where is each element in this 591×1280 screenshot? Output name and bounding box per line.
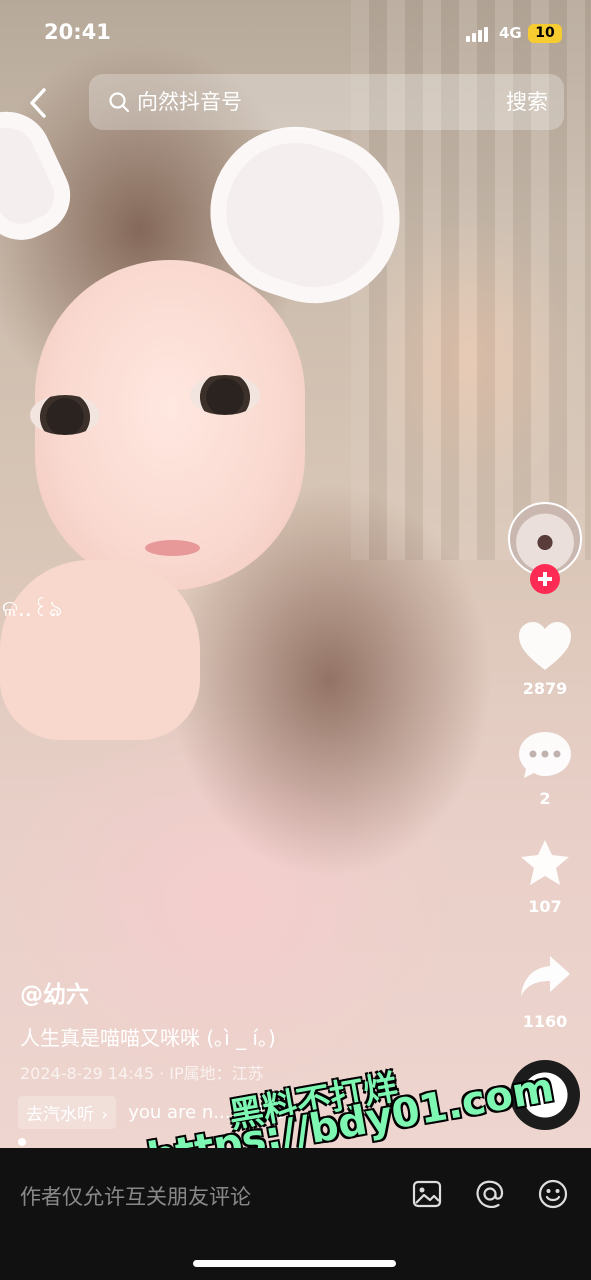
follow-button[interactable] — [530, 564, 560, 594]
hand — [0, 560, 200, 740]
eye-left — [30, 395, 100, 435]
comment-button[interactable] — [515, 730, 575, 784]
image-icon[interactable] — [411, 1178, 443, 1210]
status-bar: 20:41 4G 10 — [0, 0, 591, 70]
like-count: 2879 — [522, 679, 568, 698]
video-meta: 2024-8-29 14:45 · IP属地：江苏 — [20, 1064, 264, 1083]
search-button[interactable]: 搜索 — [506, 86, 548, 116]
signal-icon — [466, 27, 488, 42]
at-icon[interactable] — [474, 1178, 506, 1210]
qishui-tag-label: 去汽水听 — [26, 1104, 94, 1125]
comment-icon — [519, 732, 571, 778]
author-name[interactable]: @幼六 — [20, 975, 89, 1009]
overlay-text: ଳ..꒰ঌ — [2, 597, 63, 622]
comment-count: 2 — [539, 789, 551, 808]
search-icon — [109, 92, 130, 113]
share-button[interactable] — [515, 952, 575, 1004]
bunny-ear-left — [0, 97, 84, 253]
chevron-left-icon — [30, 88, 46, 118]
star-icon — [521, 840, 569, 885]
favorite-button[interactable] — [515, 838, 575, 892]
comment-input[interactable]: 作者仅允许互关朋友评论 — [20, 1181, 251, 1211]
like-button[interactable] — [515, 620, 575, 676]
status-time: 20:41 — [44, 20, 111, 44]
heart-icon — [519, 622, 571, 670]
network-label: 4G — [499, 24, 522, 42]
home-indicator — [193, 1260, 396, 1267]
video-caption: 人生真是喵喵又咪咪 (｡ì _ í｡) — [20, 1026, 276, 1050]
search-bar[interactable]: 向然抖音号 搜索 — [89, 74, 564, 130]
mouth — [145, 540, 200, 556]
qishui-tag[interactable]: 去汽水听 › — [18, 1095, 117, 1129]
share-count: 1160 — [522, 1012, 568, 1031]
eye-right — [190, 375, 260, 415]
progress-handle[interactable] — [18, 1138, 26, 1146]
battery-icon: 10 — [528, 24, 562, 43]
chevron-right-icon: › — [101, 1104, 109, 1125]
emoji-icon[interactable] — [537, 1178, 569, 1210]
share-icon — [521, 956, 570, 996]
back-button[interactable] — [22, 86, 56, 120]
favorite-count: 107 — [528, 897, 562, 916]
search-input[interactable]: 向然抖音号 — [137, 86, 242, 116]
